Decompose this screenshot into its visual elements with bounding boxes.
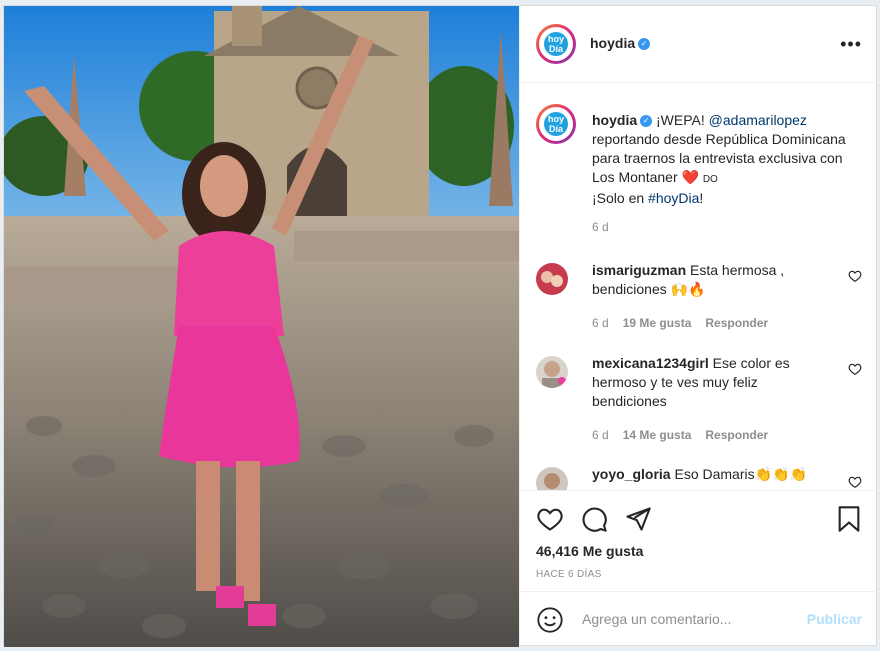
reply-button[interactable]: Responder — [705, 428, 768, 442]
heart-icon[interactable] — [536, 505, 564, 533]
more-options-icon[interactable]: ••• — [840, 34, 862, 55]
photo-illustration — [4, 6, 519, 647]
verified-icon: ✓ — [640, 115, 653, 128]
comment-text: mexicana1234girl Ese color es hermoso y … — [592, 354, 834, 411]
likes-count[interactable]: 46,416 Me gusta — [536, 543, 643, 559]
caption-age: 6 d — [592, 220, 609, 234]
post-actions: 46,416 Me gusta HACE 6 DÍAS Publicar — [520, 490, 878, 648]
comment-body: Eso Damaris👏👏👏 — [674, 466, 807, 482]
comment-item: ismariguzman Esta hermosa , bendiciones … — [536, 261, 862, 333]
comment-likes[interactable]: 19 Me gusta — [623, 316, 692, 330]
comment-age: 6 d — [592, 428, 609, 442]
share-icon[interactable] — [624, 505, 652, 533]
hoydia-logo: hoy Día — [544, 32, 568, 56]
comment-meta: 6 d 14 Me gusta Responder — [592, 428, 768, 442]
caption-avatar[interactable]: hoy Día — [536, 104, 576, 144]
flag-emoji: DO — [702, 174, 718, 185]
bookmark-icon[interactable] — [836, 505, 862, 533]
commenter-avatar[interactable] — [536, 263, 568, 295]
commenter-avatar[interactable] — [536, 356, 568, 388]
mention-link[interactable]: @adamarilopez — [709, 112, 807, 128]
comment-text: yoyo_gloria Eso Damaris👏👏👏 — [592, 465, 834, 484]
caption-intro: ¡WEPA! — [656, 112, 705, 128]
comment-username[interactable]: yoyo_gloria — [592, 466, 671, 482]
caption-body: reportando desde República Dominicana pa… — [592, 131, 846, 185]
comment-item: mexicana1234girl Ese color es hermoso y … — [536, 354, 862, 446]
hashtag-link[interactable]: #hoyDia — [648, 190, 699, 206]
comment-like-heart-icon[interactable] — [848, 475, 862, 489]
publish-button[interactable]: Publicar — [807, 611, 862, 627]
caption-text: hoydia ✓ ¡WEPA! @adamarilopez reportando … — [592, 111, 862, 208]
comment-input[interactable] — [580, 610, 794, 628]
comment-like-heart-icon[interactable] — [848, 269, 862, 283]
comment-age: 6 d — [592, 316, 609, 330]
comment-username[interactable]: ismariguzman — [592, 262, 686, 278]
caption-line2: ¡Solo en — [592, 190, 645, 206]
profile-avatar[interactable]: hoy Día — [536, 24, 576, 64]
add-comment-bar: Publicar — [520, 591, 878, 648]
reply-button[interactable]: Responder — [705, 316, 768, 330]
caption-line2-suffix: ! — [699, 190, 704, 206]
post-sidebar: hoy Día hoydia ✓ ••• hoy Día hoydia ✓ ¡WEPA! — [519, 6, 878, 647]
post-photo[interactable] — [4, 6, 519, 647]
comment-item: yoyo_gloria Eso Damaris👏👏👏 — [536, 465, 862, 490]
verified-icon: ✓ — [638, 37, 651, 50]
comments-list[interactable]: hoy Día hoydia ✓ ¡WEPA! @adamarilopez repo… — [520, 83, 878, 490]
instagram-post-dialog: hoy Día hoydia ✓ ••• hoy Día hoydia ✓ ¡WEPA! — [3, 5, 878, 647]
caption-username[interactable]: hoydia — [592, 112, 637, 128]
comment-likes[interactable]: 14 Me gusta — [623, 428, 692, 442]
post-header: hoy Día hoydia ✓ ••• — [520, 6, 878, 83]
hoydia-logo: hoy Día — [544, 112, 568, 136]
header-username[interactable]: hoydia — [590, 35, 635, 51]
caption-item: hoy Día hoydia ✓ ¡WEPA! @adamarilopez repo… — [536, 104, 862, 234]
comment-text: ismariguzman Esta hermosa , bendiciones … — [592, 261, 834, 299]
emoji-icon[interactable] — [536, 606, 564, 634]
commenter-avatar[interactable] — [536, 467, 568, 490]
post-time: HACE 6 DÍAS — [536, 569, 602, 580]
screen-background: hoy Día hoydia ✓ ••• hoy Día hoydia ✓ ¡WEPA! — [0, 0, 880, 651]
comment-icon[interactable] — [580, 505, 608, 533]
heart-emoji: ❤️ — [681, 169, 699, 185]
comment-meta: 6 d 19 Me gusta Responder — [592, 316, 768, 330]
comment-username[interactable]: mexicana1234girl — [592, 355, 709, 371]
comment-like-heart-icon[interactable] — [848, 362, 862, 376]
